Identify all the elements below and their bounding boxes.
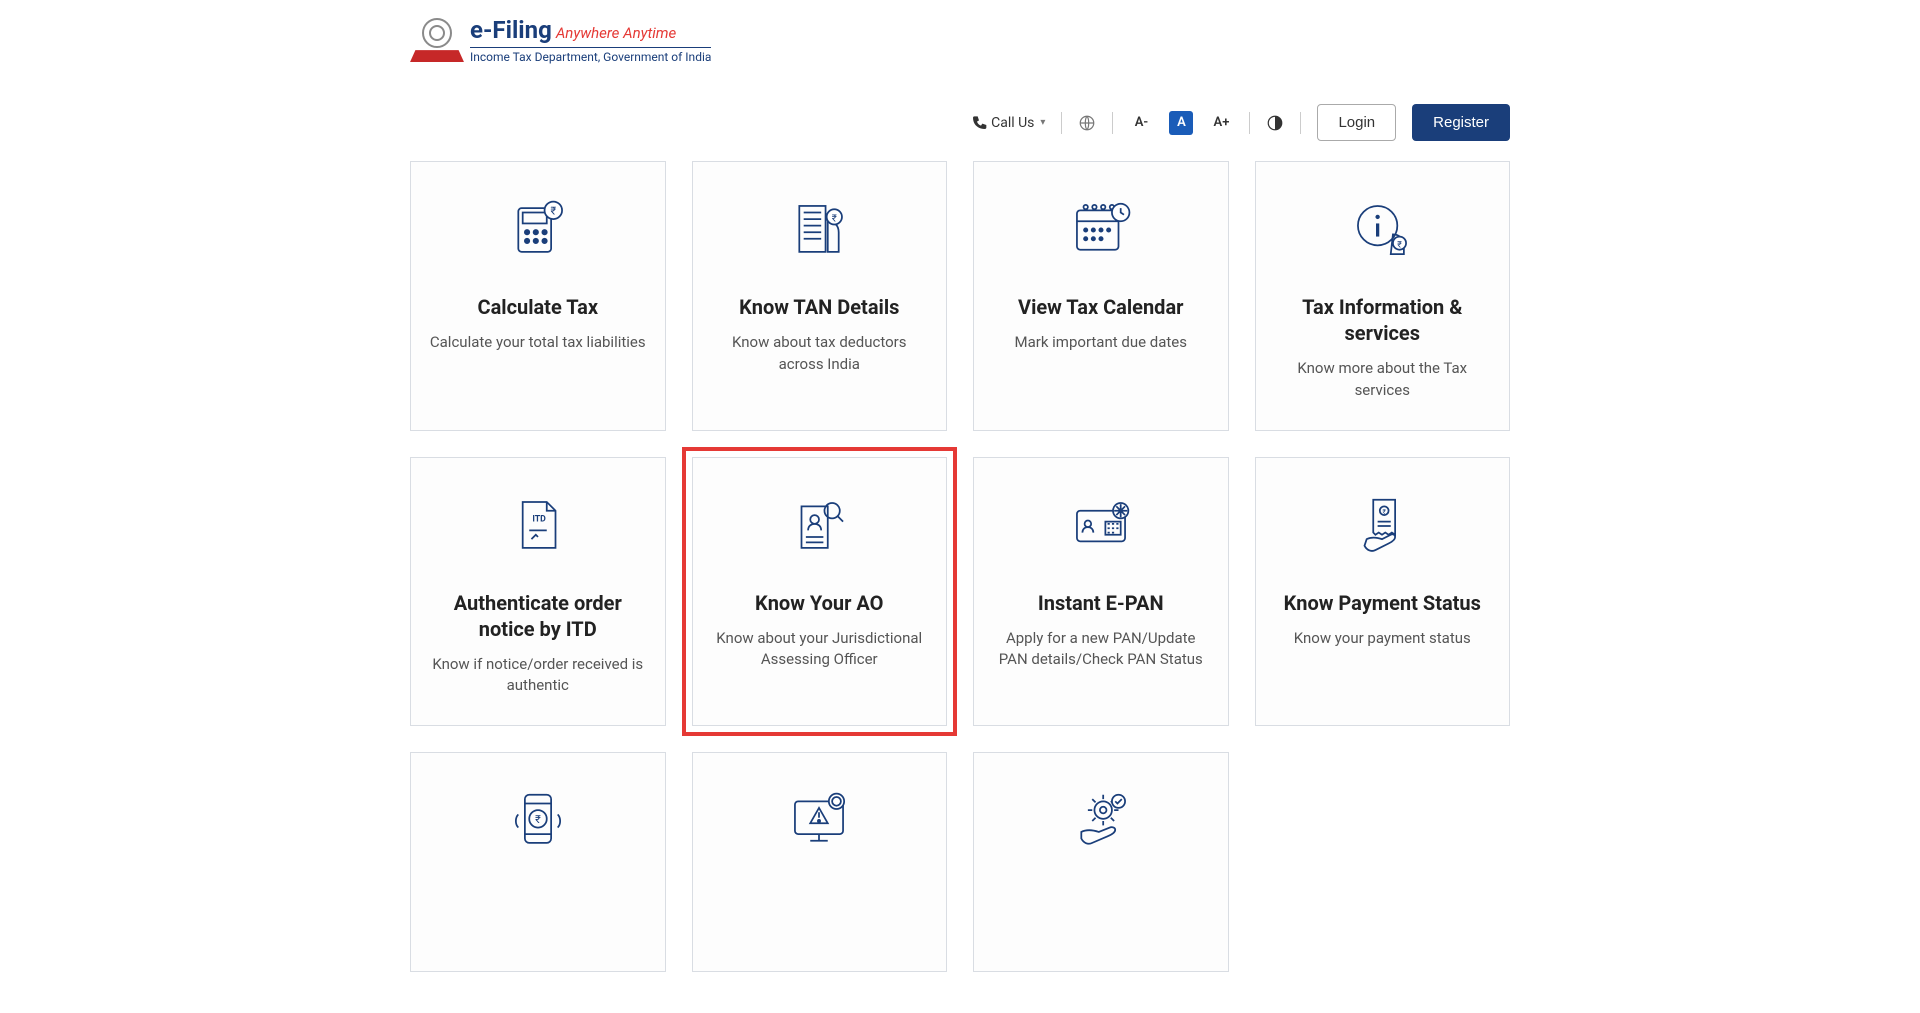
card-title: Know TAN Details: [711, 294, 929, 320]
card-description: Mark important due dates: [992, 332, 1210, 354]
services-grid: ₹ Calculate Tax Calculate your total tax l…: [410, 161, 1510, 972]
phone-icon: [971, 115, 987, 131]
svg-text:₹: ₹: [1397, 241, 1402, 251]
service-card[interactable]: ₹ Tax Information & services Know more abo…: [1255, 161, 1511, 431]
separator: [1061, 112, 1062, 134]
hand-gear-icon: [1066, 789, 1136, 853]
svg-text:₹: ₹: [1383, 508, 1387, 516]
card-description: Apply for a new PAN/Update PAN details/C…: [992, 628, 1210, 672]
font-decrease-button[interactable]: A-: [1129, 111, 1153, 135]
phone-rupee-icon: ₹: [503, 789, 573, 853]
service-card[interactable]: [973, 752, 1229, 972]
service-card[interactable]: Instant E-PAN Apply for a new PAN/Update …: [973, 457, 1229, 727]
service-card[interactable]: Know Your AO Know about your Jurisdiction…: [692, 457, 948, 727]
card-title: Instant E-PAN: [992, 590, 1210, 616]
svg-text:₹: ₹: [535, 813, 541, 826]
card-description: Know about tax deductors across India: [711, 332, 929, 376]
svg-text:₹: ₹: [832, 213, 837, 224]
register-button[interactable]: Register: [1412, 104, 1510, 141]
call-us-dropdown[interactable]: Call Us ▾: [971, 115, 1045, 131]
contrast-icon: [1266, 114, 1284, 132]
logo-tagline: Anywhere Anytime: [556, 24, 676, 42]
pan-card-icon: [1066, 494, 1136, 558]
card-description: Know about your Jurisdictional Assessing…: [711, 628, 929, 672]
service-card[interactable]: ₹ Know TAN Details Know about tax deductor…: [692, 161, 948, 431]
service-card[interactable]: ₹: [410, 752, 666, 972]
monitor-warning-icon: [784, 789, 854, 853]
card-description: Know more about the Tax services: [1274, 358, 1492, 402]
card-title: Calculate Tax: [429, 294, 647, 320]
card-title: Authenticate order notice by ITD: [429, 590, 647, 642]
svg-text:₹: ₹: [550, 205, 556, 218]
card-description: Know if notice/order received is authent…: [429, 654, 647, 698]
calculator-rupee-icon: ₹: [503, 198, 573, 262]
doc-itd-icon: ITD: [503, 494, 573, 558]
building-rupee-icon: ₹: [784, 198, 854, 262]
font-increase-button[interactable]: A+: [1209, 111, 1233, 135]
card-title: Know Payment Status: [1274, 590, 1492, 616]
chevron-down-icon: ▾: [1040, 117, 1045, 128]
card-description: Know your payment status: [1274, 628, 1492, 650]
info-rupee-icon: ₹: [1347, 198, 1417, 262]
separator: [1300, 112, 1301, 134]
service-card[interactable]: ₹ Calculate Tax Calculate your total tax l…: [410, 161, 666, 431]
calendar-clock-icon: [1066, 198, 1136, 262]
receipt-hand-icon: ₹: [1347, 494, 1417, 558]
utility-bar: Call Us ▾ A- A A+ Login Register: [410, 74, 1510, 161]
call-us-label: Call Us: [991, 115, 1034, 131]
card-title: Know Your AO: [711, 590, 929, 616]
login-button[interactable]: Login: [1317, 104, 1396, 141]
separator: [1249, 112, 1250, 134]
doc-person-search-icon: [784, 494, 854, 558]
font-normal-button[interactable]: A: [1169, 111, 1193, 135]
svg-text:ITD: ITD: [532, 514, 546, 524]
service-card[interactable]: ₹ Know Payment Status Know your payment st…: [1255, 457, 1511, 727]
site-logo[interactable]: e-FilingAnywhere Anytime Income Tax Depa…: [410, 0, 1510, 74]
language-selector[interactable]: [1078, 114, 1096, 132]
contrast-toggle[interactable]: [1266, 114, 1284, 132]
card-title: View Tax Calendar: [992, 294, 1210, 320]
service-card[interactable]: ITD Authenticate order notice by ITD Know …: [410, 457, 666, 727]
logo-main-text: e-Filing: [470, 16, 552, 44]
service-card[interactable]: View Tax Calendar Mark important due date…: [973, 161, 1229, 431]
card-title: Tax Information & services: [1274, 294, 1492, 346]
globe-icon: [1078, 114, 1096, 132]
separator: [1112, 112, 1113, 134]
card-description: Calculate your total tax liabilities: [429, 332, 647, 354]
service-card[interactable]: [692, 752, 948, 972]
emblem-icon: [410, 18, 464, 62]
logo-subtitle: Income Tax Department, Government of Ind…: [470, 47, 711, 64]
